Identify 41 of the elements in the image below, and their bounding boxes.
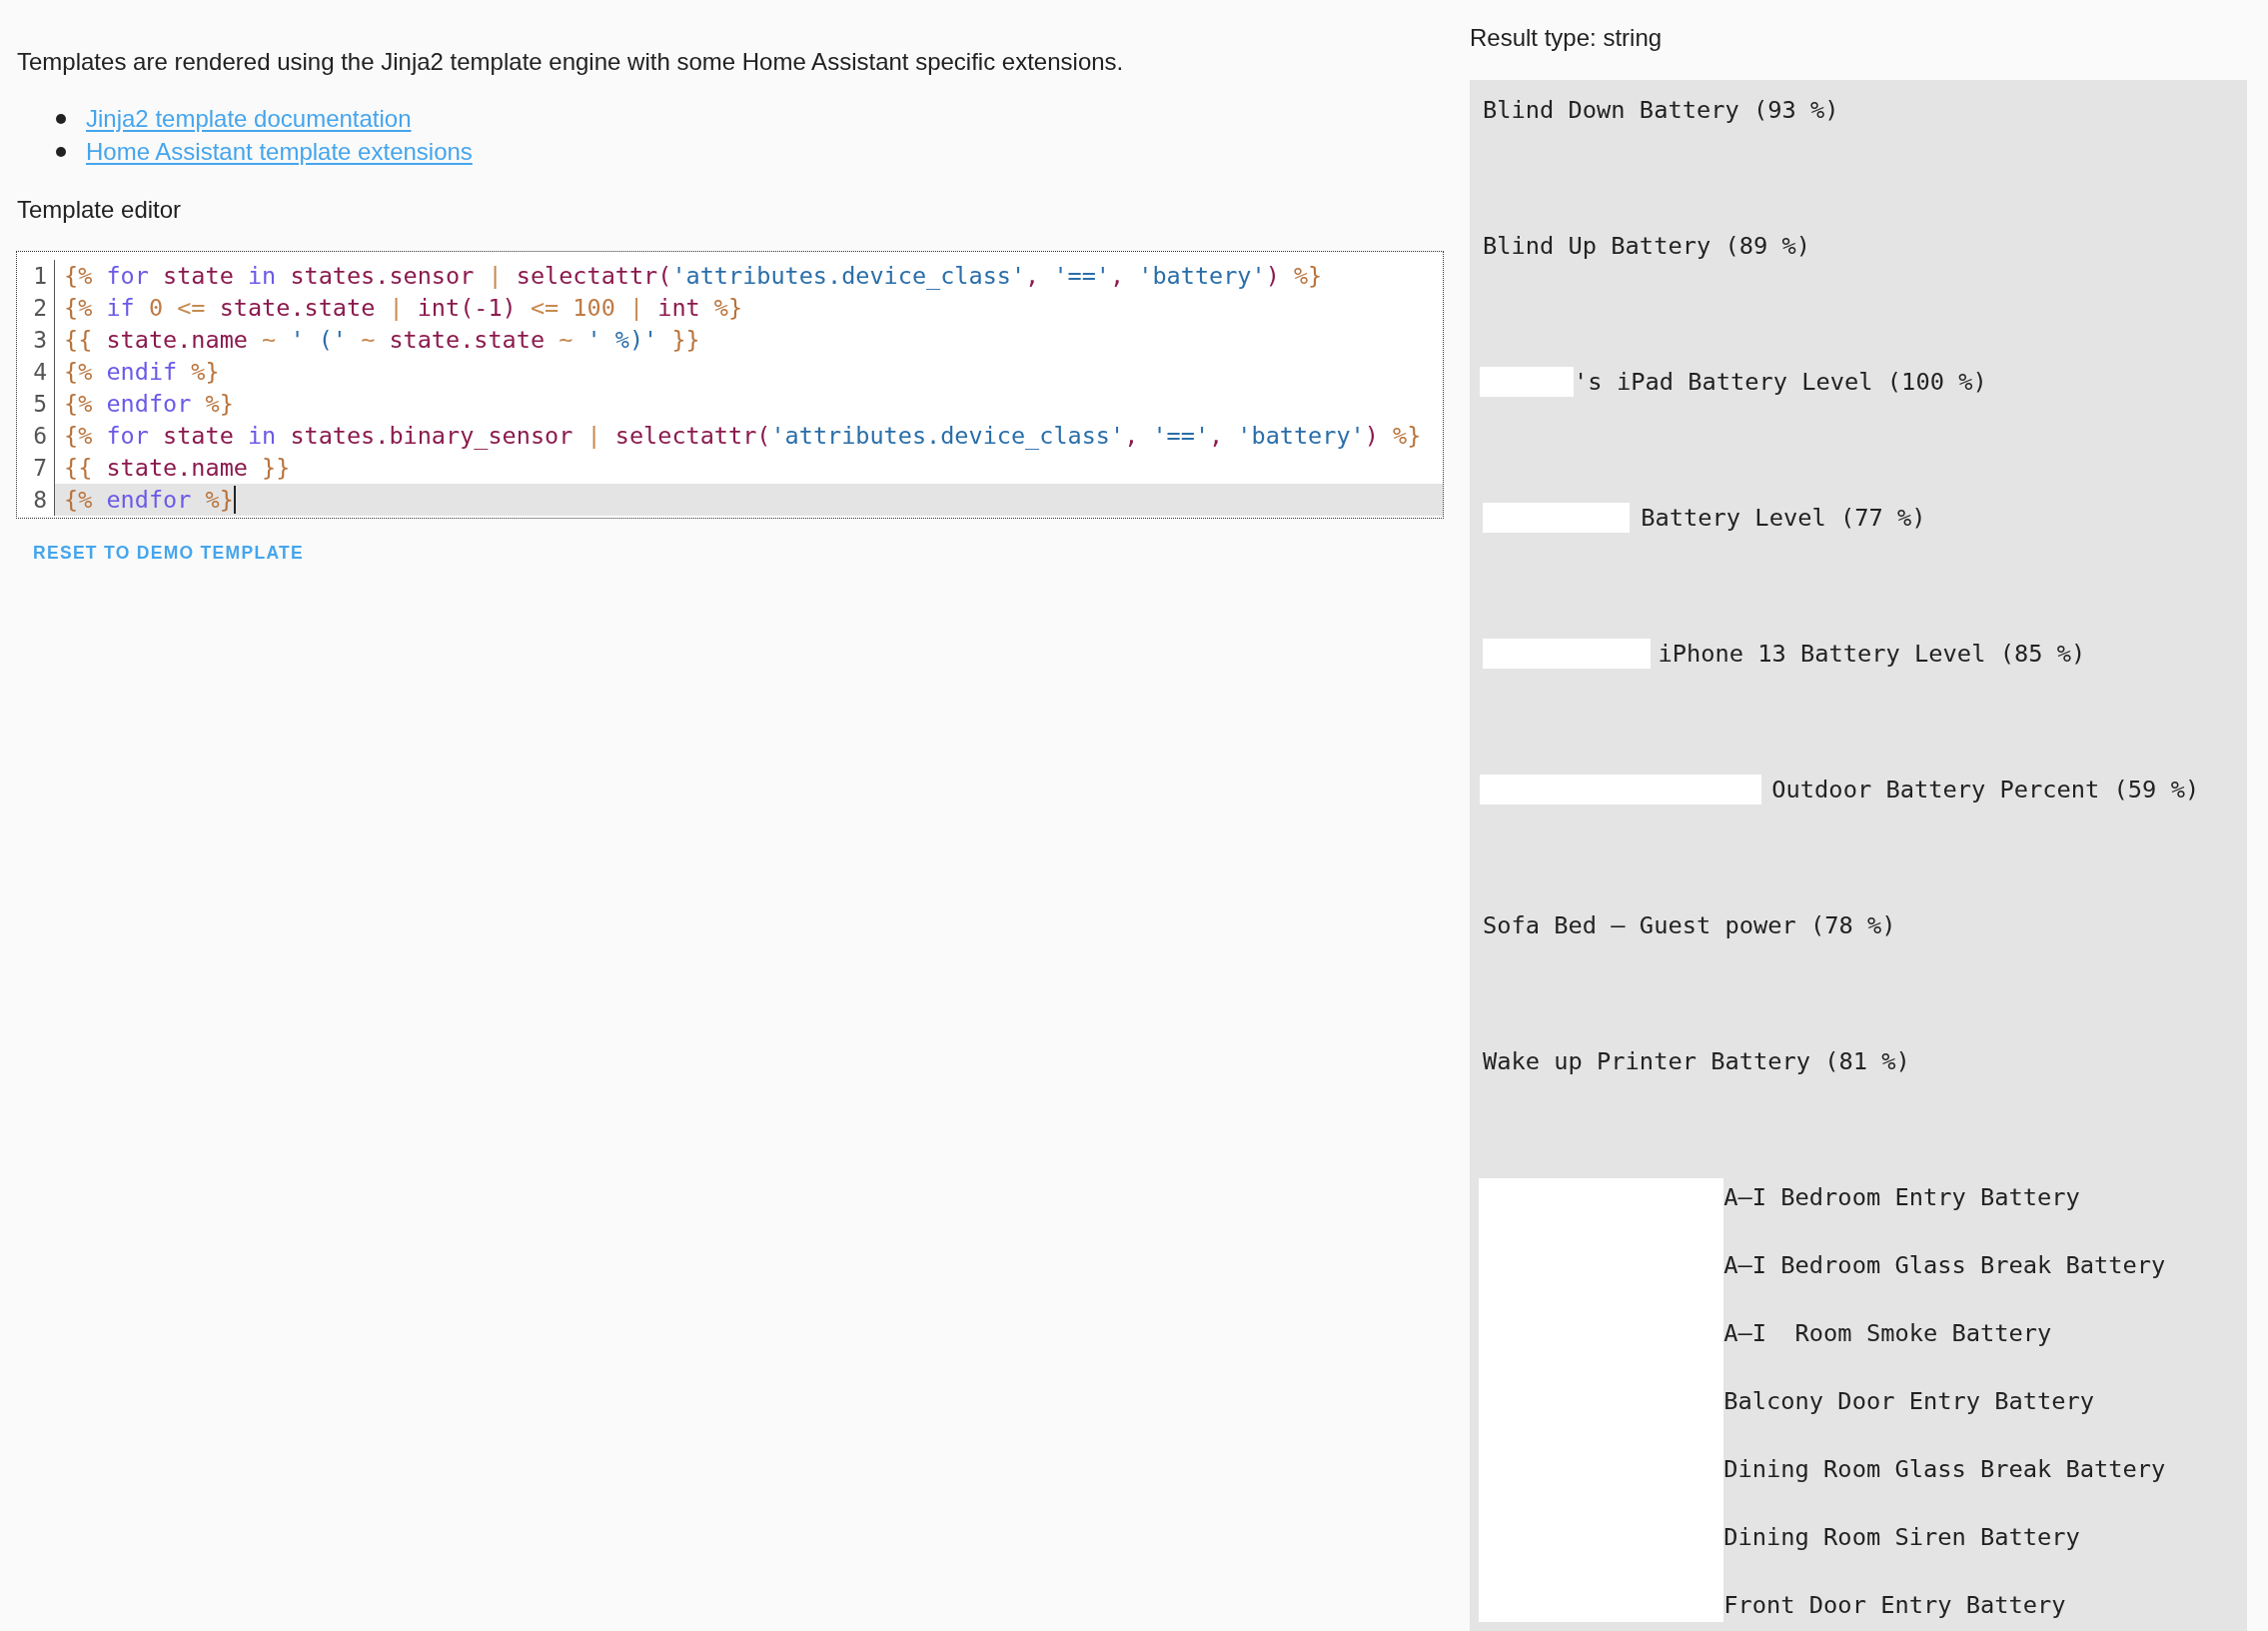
code-text: {% endfor %} — [64, 485, 234, 516]
line-number: 5 — [33, 390, 48, 419]
result-type-label: Result type: string — [1470, 23, 1664, 53]
code-text: {% endfor %} — [64, 389, 234, 420]
code-text: {% endif %} — [64, 357, 220, 388]
line-number: 3 — [33, 326, 48, 355]
code-editor[interactable] — [16, 251, 1444, 519]
editor-label: Template editor — [17, 195, 182, 225]
code-text: {% for state in states.binary_sensor | selectattr('attributes.device_class', '==', 'battery') %} — [64, 421, 1422, 452]
bullet-icon — [56, 113, 66, 124]
result-line: A–I Bedroom Entry Battery — [1723, 1182, 2080, 1213]
documentation-link[interactable]: Home Assistant template extensions — [86, 136, 473, 167]
result-line: Blind Down Battery (93 %) — [1483, 95, 1839, 126]
line-number: 1 — [33, 262, 48, 291]
result-line: Dining Room Glass Break Battery — [1723, 1454, 2166, 1485]
result-line: iPhone 13 Battery Level (85 %) — [1658, 639, 2086, 670]
code-text: {% for state in states.sensor | selectattr('attributes.device_class', '==', 'battery') %} — [64, 261, 1323, 292]
result-line: Outdoor Battery Percent (59 %) — [1771, 775, 2200, 806]
line-number: 7 — [33, 454, 48, 483]
result-line: Front Door Entry Battery — [1723, 1590, 2066, 1621]
bullet-icon — [56, 146, 66, 157]
intro-text: Templates are rendered using the Jinja2 template engine with some Home Assistant specific extensions. — [17, 47, 1124, 77]
result-line: Battery Level (77 %) — [1641, 503, 1926, 534]
line-number: 8 — [33, 486, 48, 515]
code-text: {{ state.name }} — [64, 453, 291, 484]
result-line: 's iPad Battery Level (100 %) — [1574, 367, 1987, 398]
code-text: {% if 0 <= state.state | int(-1) <= 100 | int %} — [64, 293, 743, 324]
code-text: {{ state.name ~ ' (' ~ state.state ~ ' %)' }} — [64, 325, 700, 356]
line-number: 2 — [33, 294, 48, 323]
result-line: Balcony Door Entry Battery — [1723, 1386, 2095, 1417]
line-number: 4 — [33, 358, 48, 387]
result-line: Wake up Printer Battery (81 %) — [1483, 1046, 1910, 1077]
line-number: 6 — [33, 422, 48, 451]
result-line: A–I Room Smoke Battery — [1723, 1318, 2052, 1349]
result-line: Sofa Bed – Guest power (78 %) — [1483, 910, 1896, 941]
documentation-link[interactable]: Jinja2 template documentation — [86, 103, 412, 134]
result-line: Blind Up Battery (89 %) — [1483, 231, 1810, 262]
reset-button[interactable]: RESET TO DEMO TEMPLATE — [16, 534, 322, 572]
result-line: A–I Bedroom Glass Break Battery — [1723, 1250, 2166, 1281]
text-cursor-icon — [233, 486, 236, 514]
result-line: Dining Room Siren Battery — [1723, 1522, 2080, 1553]
